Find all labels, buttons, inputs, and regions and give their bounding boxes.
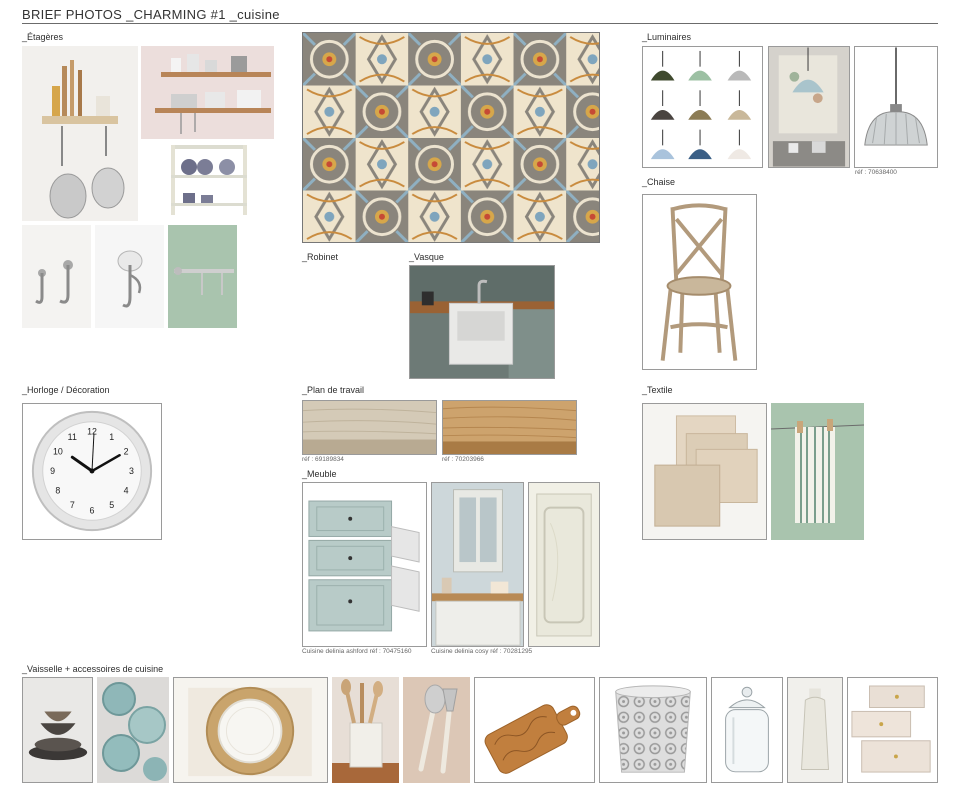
utensil-holder-photo bbox=[332, 677, 399, 783]
clock-numeral: 11 bbox=[68, 432, 77, 442]
worktop-photo-1 bbox=[302, 400, 437, 455]
hook-photo-2 bbox=[95, 225, 164, 328]
patterned-pot-photo bbox=[599, 677, 707, 783]
section-label-luminaires: _Luminaires bbox=[642, 32, 692, 42]
cement-tiles-pattern bbox=[302, 32, 600, 243]
pendant-lamps-grid-photo bbox=[642, 46, 763, 168]
ref-meuble-1: Cuisine delinia ashford réf : 70475160 bbox=[302, 648, 412, 655]
wall-clock-photo: 12 1 2 3 4 5 6 7 8 9 10 11 bbox=[22, 403, 162, 540]
rail-photo-sage bbox=[168, 225, 237, 328]
page-title: BRIEF PHOTOS _CHARMING #1 _cuisine bbox=[22, 7, 280, 22]
pendant-lamp-glass-photo bbox=[854, 46, 938, 168]
clock-numeral: 3 bbox=[129, 466, 134, 476]
shelf-photo-wood-shelves bbox=[141, 46, 274, 139]
storage-boxes-photo bbox=[847, 677, 938, 783]
clock-numeral: 1 bbox=[109, 432, 114, 442]
title-divider bbox=[22, 23, 938, 24]
clock-numeral: 5 bbox=[109, 500, 114, 510]
sink-photo bbox=[409, 265, 555, 379]
glass-jar-photo bbox=[711, 677, 783, 783]
ceramic-bottle-photo bbox=[787, 677, 843, 783]
cabinet-kitchen-photo bbox=[431, 482, 524, 647]
section-label-etageres: _Étagères bbox=[22, 32, 64, 42]
blue-plates-photo bbox=[97, 677, 169, 783]
clock-numeral: 12 bbox=[87, 427, 97, 437]
ref-meuble-2: Cuisine delinia cosy réf : 70281295 bbox=[431, 648, 533, 655]
section-label-textile: _Textile bbox=[642, 385, 673, 395]
linen-napkins-photo bbox=[642, 403, 767, 540]
clock-numeral: 7 bbox=[70, 500, 75, 510]
clock-numeral: 2 bbox=[124, 446, 129, 456]
shelf-photo-plate-rack bbox=[141, 143, 274, 220]
cutting-board-photo bbox=[474, 677, 595, 783]
section-label-horloge: _Horloge / Décoration bbox=[22, 385, 110, 395]
clock-numeral: 4 bbox=[124, 486, 129, 496]
cabinet-door-photo bbox=[528, 482, 600, 647]
worktop-photo-2 bbox=[442, 400, 577, 455]
bistro-chair-photo bbox=[642, 194, 757, 370]
salad-servers-photo bbox=[403, 677, 470, 783]
clock-numeral: 8 bbox=[55, 486, 60, 496]
shelf-photo-wall-rack bbox=[22, 46, 138, 221]
section-label-plan: _Plan de travail bbox=[302, 385, 365, 395]
pendant-lamp-photo-kitchen bbox=[768, 46, 850, 168]
tea-towel-photo bbox=[771, 403, 864, 540]
clock-numeral: 9 bbox=[50, 466, 55, 476]
clock-numeral: 6 bbox=[90, 505, 95, 515]
plate-charger-photo bbox=[173, 677, 328, 783]
ref-plan-2: réf : 70203966 bbox=[442, 456, 484, 463]
stacked-bowls-photo bbox=[22, 677, 93, 783]
section-label-vaisselle: _Vaisselle + accessoires de cuisine bbox=[22, 664, 164, 674]
hook-photo-1 bbox=[22, 225, 91, 328]
section-label-chaise: _Chaise bbox=[642, 177, 676, 187]
section-label-meuble: _Meuble bbox=[302, 469, 337, 479]
ref-plan-1: réf : 69189834 bbox=[302, 456, 344, 463]
ref-suspension: réf : 70638400 bbox=[855, 169, 897, 176]
cabinet-drawers-photo bbox=[302, 482, 427, 647]
section-label-robinet: _Robinet bbox=[302, 252, 339, 262]
clock-numeral: 10 bbox=[53, 446, 63, 456]
section-label-vasque: _Vasque bbox=[409, 252, 444, 262]
